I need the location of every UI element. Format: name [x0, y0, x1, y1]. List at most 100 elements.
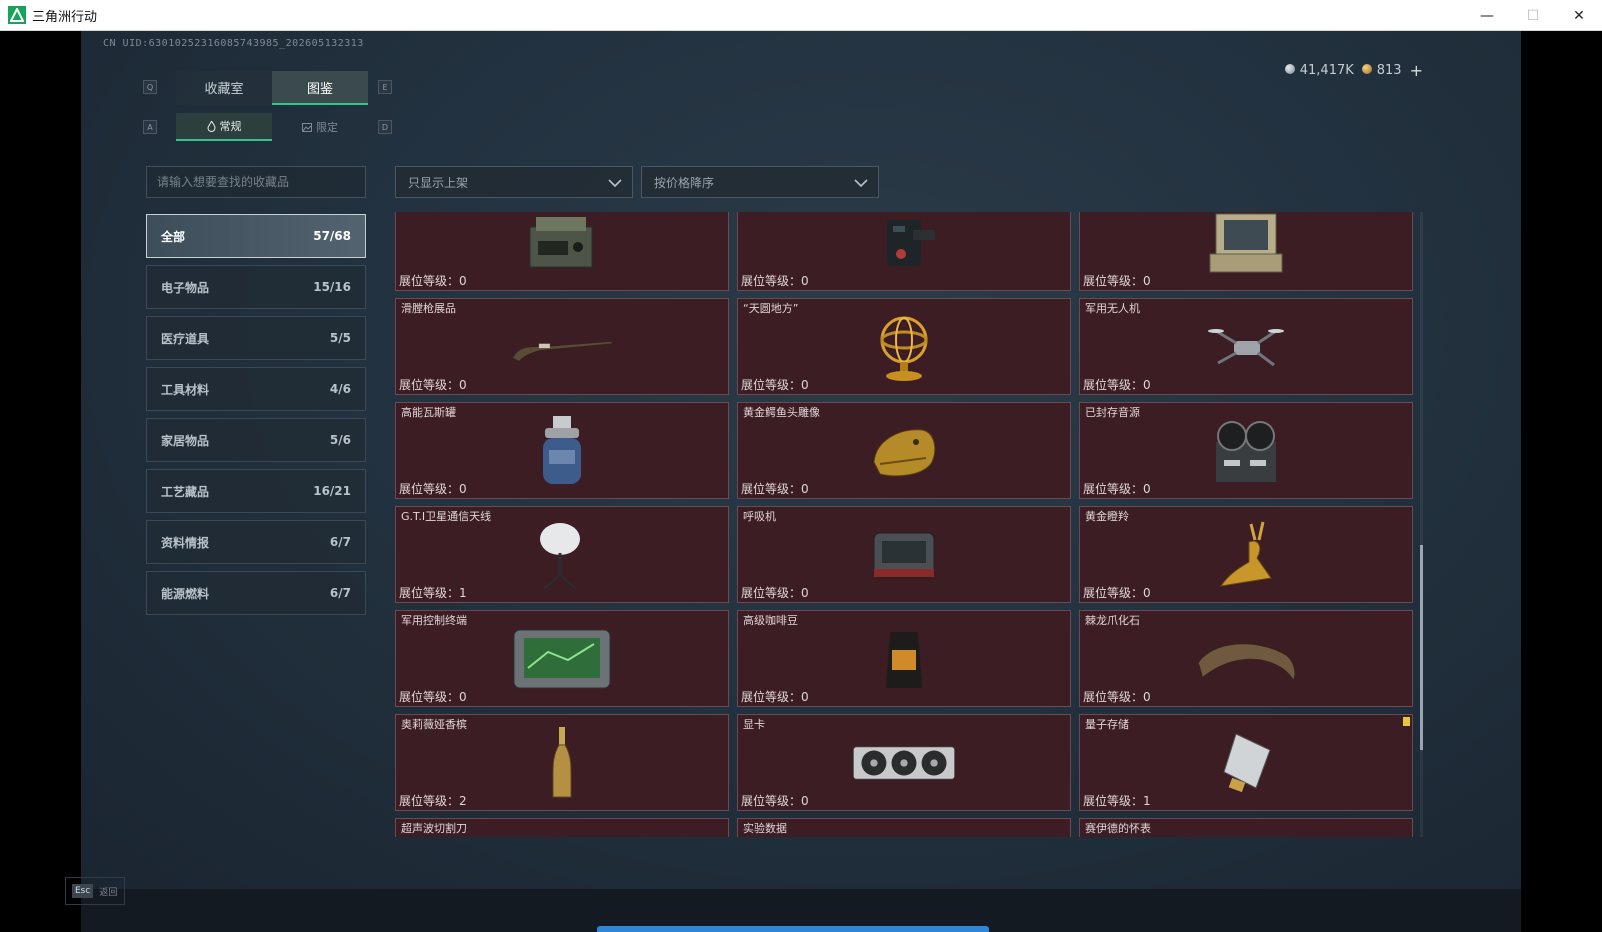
collection-item-card[interactable]: 黄金鳄鱼头雕像 展位等级：0 — [737, 402, 1071, 499]
display-level: 展位等级：0 — [1083, 688, 1151, 705]
display-level: 展位等级：0 — [1083, 584, 1151, 601]
display-level-label: 展位等级： — [1083, 274, 1144, 288]
collection-item-card[interactable]: 展位等级：0 — [737, 212, 1071, 291]
collection-item-card[interactable]: 黄金瞪羚展位等级：0 — [1079, 506, 1413, 603]
window-title: 三角洲行动 — [32, 9, 98, 25]
key-hint-q: Q — [143, 80, 157, 94]
ventilator-icon — [849, 520, 959, 590]
category-intel[interactable]: 资料情报 6/7 — [146, 520, 366, 564]
display-level: 展位等级：0 — [399, 272, 467, 289]
filter-dropdown[interactable]: 只显示上架 — [395, 166, 633, 198]
tab-collection-room[interactable]: 收藏室 — [176, 71, 272, 105]
display-level-label: 展位等级： — [399, 690, 460, 704]
display-level-label: 展位等级： — [741, 794, 802, 808]
display-level-label: 展位等级： — [399, 482, 460, 496]
currency-bar: 41,417K 813 + — [1284, 61, 1423, 80]
category-list: 全部 57/68 电子物品 15/16 医疗道具 5/5 工具材料 4/6 家居物品 5/… — [146, 214, 366, 622]
display-level-value: 1 — [1143, 794, 1151, 808]
item-name: 呼吸机 — [743, 510, 776, 523]
back-button[interactable]: Esc 返回 — [65, 877, 125, 905]
new-badge-icon — [1403, 717, 1410, 726]
item-grid-viewport[interactable]: 展位等级：0 展位等级：0 展位等级：0 滑膛枪展品 展位等级：0 “天圆地方” 展位等级：… — [395, 212, 1425, 837]
maximize-button[interactable]: ☐ — [1510, 0, 1556, 31]
claw-icon — [1191, 624, 1301, 694]
croc-head-icon — [849, 416, 959, 486]
display-level-label: 展位等级： — [1083, 586, 1144, 600]
item-name: 军用无人机 — [1085, 302, 1140, 315]
champagne-icon — [507, 726, 617, 798]
display-level: 展位等级：0 — [1083, 376, 1151, 393]
display-level-value: 2 — [459, 794, 467, 808]
display-level-value: 0 — [459, 482, 467, 496]
app-logo-icon — [8, 6, 26, 24]
category-household[interactable]: 家居物品 5/6 — [146, 418, 366, 462]
display-level-label: 展位等级： — [741, 274, 802, 288]
collection-item-card[interactable]: 高级咖啡豆 展位等级：0 — [737, 610, 1071, 707]
display-level: 展位等级：1 — [1083, 792, 1151, 809]
category-medical[interactable]: 医疗道具 5/5 — [146, 316, 366, 360]
collection-item-card[interactable]: 已封存音源 展位等级：0 — [1079, 402, 1413, 499]
title-bar: 三角洲行动 — ☐ ✕ — [0, 0, 1602, 31]
category-electronics[interactable]: 电子物品 15/16 — [146, 265, 366, 309]
collection-item-card[interactable]: 超声波切割刀 — [395, 818, 729, 837]
display-level: 展位等级：0 — [399, 376, 467, 393]
search-box[interactable] — [146, 166, 366, 198]
item-name: 显卡 — [743, 718, 765, 731]
terminal-icon — [507, 624, 617, 694]
display-level-label: 展位等级： — [1083, 378, 1144, 392]
sort-dropdown[interactable]: 按价格降序 — [641, 166, 879, 198]
main-tabs: 收藏室 图鉴 — [176, 71, 368, 105]
display-level-value: 0 — [459, 690, 467, 704]
collection-item-card[interactable]: “天圆地方” 展位等级：0 — [737, 298, 1071, 395]
chevron-down-icon — [608, 179, 622, 188]
category-energy[interactable]: 能源燃料 6/7 — [146, 571, 366, 615]
display-level: 展位等级：0 — [1083, 272, 1151, 289]
collection-item-card[interactable]: 棘龙爪化石 展位等级：0 — [1079, 610, 1413, 707]
progress-bar — [597, 926, 989, 932]
display-level-label: 展位等级： — [399, 586, 460, 600]
collection-item-card[interactable]: 奥莉薇娅香槟 展位等级：2 — [395, 714, 729, 811]
item-name: 高能瓦斯罐 — [401, 406, 456, 419]
collection-item-card[interactable]: 展位等级：0 — [1079, 212, 1413, 291]
dish-icon — [507, 520, 617, 590]
collection-item-card[interactable]: 展位等级：0 — [395, 212, 729, 291]
scrollbar-thumb[interactable] — [1420, 545, 1423, 750]
gas-tank-icon — [507, 415, 617, 486]
gold-balance: 813 — [1361, 63, 1402, 78]
coffee-bag-icon — [849, 624, 959, 694]
collection-item-card[interactable]: 高能瓦斯罐展位等级：0 — [395, 402, 729, 499]
add-currency-button[interactable]: + — [1410, 61, 1423, 80]
category-all[interactable]: 全部 57/68 — [146, 214, 366, 258]
collection-item-card[interactable]: 滑膛枪展品展位等级：0 — [395, 298, 729, 395]
display-level-label: 展位等级： — [741, 690, 802, 704]
storage-icon — [1191, 728, 1301, 798]
category-tools[interactable]: 工具材料 4/6 — [146, 367, 366, 411]
collection-item-card[interactable]: 呼吸机展位等级：0 — [737, 506, 1071, 603]
collection-item-card[interactable]: 军用控制终端 展位等级：0 — [395, 610, 729, 707]
search-input[interactable] — [157, 175, 357, 189]
collection-item-card[interactable]: 实验数据 — [737, 818, 1071, 837]
collection-item-card[interactable]: 军用无人机展位等级：0 — [1079, 298, 1413, 395]
minimize-button[interactable]: — — [1464, 0, 1510, 31]
display-level-label: 展位等级： — [741, 586, 802, 600]
item-name: 滑膛枪展品 — [401, 302, 456, 315]
collection-item-card[interactable]: G.T.I卫星通信天线 展位等级：1 — [395, 506, 729, 603]
collection-item-card[interactable]: 量子存储 展位等级：1 — [1079, 714, 1413, 811]
laptop-case-icon — [1191, 212, 1301, 278]
display-level: 展位等级：0 — [741, 792, 809, 809]
category-crafts[interactable]: 工艺藏品 16/21 — [146, 469, 366, 513]
display-level: 展位等级：0 — [741, 584, 809, 601]
key-hint-e: E — [378, 80, 392, 94]
app-window: 三角洲行动 — ☐ ✕ CN UID:6301025231608574398​5… — [0, 0, 1602, 932]
sub-tabs: 常规 限定 — [176, 113, 368, 141]
close-button[interactable]: ✕ — [1556, 0, 1602, 31]
game-viewport: CN UID:6301025231608574398​5_20260513231… — [81, 31, 1521, 889]
collection-item-card[interactable]: 赛伊德的怀表 — [1079, 818, 1413, 837]
display-level-value: 0 — [801, 482, 809, 496]
tab-catalog[interactable]: 图鉴 — [272, 71, 368, 105]
collection-item-card[interactable]: 显卡展位等级：0 — [737, 714, 1071, 811]
tab-regular[interactable]: 常规 — [176, 113, 272, 141]
item-name: G.T.I卫星通信天线 — [401, 510, 492, 523]
tab-limited[interactable]: 限定 — [272, 113, 368, 141]
item-name: 黄金瞪羚 — [1085, 510, 1129, 523]
